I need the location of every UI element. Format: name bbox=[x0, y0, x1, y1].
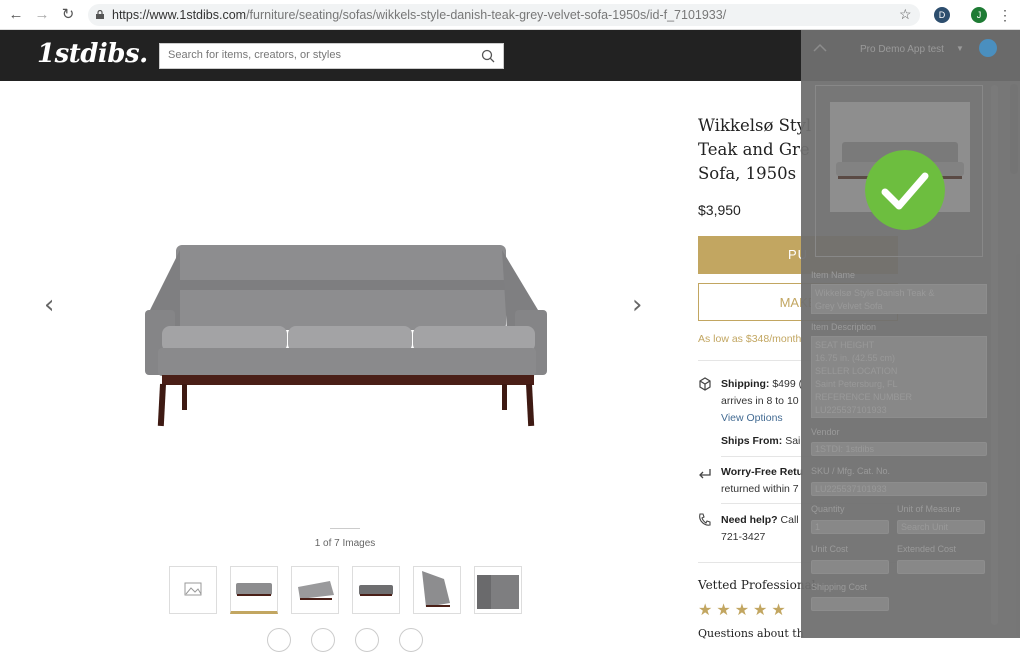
back-icon[interactable]: ← bbox=[6, 5, 26, 25]
returns-value: returned within 7 bbox=[721, 483, 799, 495]
item-description-label: Item Description bbox=[811, 322, 877, 332]
thumbnail-3[interactable] bbox=[352, 566, 400, 614]
shipping-value: $499 ( bbox=[772, 378, 803, 390]
extension-icon[interactable]: D bbox=[934, 7, 950, 23]
site-search bbox=[159, 43, 504, 69]
extended-cost-field[interactable] bbox=[897, 560, 985, 574]
procurement-extension-panel: Pro Demo App test ▼ Item Name Wikkelsø S… bbox=[801, 30, 1020, 638]
thumbnail-photo-placeholder[interactable] bbox=[169, 566, 217, 614]
shipping-arrival: arrives in 8 to 10 bbox=[721, 395, 799, 407]
vendor-field[interactable]: 1STDI: 1stdibs bbox=[811, 442, 987, 456]
vendor-label: Vendor bbox=[811, 427, 840, 437]
product-main-image[interactable] bbox=[140, 240, 552, 430]
return-arrow-icon bbox=[699, 469, 711, 479]
thumbnail-2[interactable] bbox=[291, 566, 339, 614]
returns-label: Worry-Free Retu bbox=[721, 466, 804, 478]
dropdown-caret-icon[interactable]: ▼ bbox=[956, 44, 964, 53]
phone-icon bbox=[699, 513, 711, 526]
view-options-link[interactable]: View Options bbox=[721, 412, 783, 424]
chevron-up-icon[interactable] bbox=[813, 42, 827, 52]
panel-scrollbar[interactable] bbox=[991, 85, 998, 625]
quantity-field[interactable]: 1 bbox=[811, 520, 889, 534]
print-icon[interactable] bbox=[399, 628, 423, 652]
favorite-icon[interactable] bbox=[311, 628, 335, 652]
site-logo[interactable]: 1stdibs. bbox=[37, 39, 148, 69]
shipping-label: Shipping: bbox=[721, 378, 770, 390]
profile-avatar[interactable]: J bbox=[971, 7, 987, 23]
item-name-field[interactable]: Wikkelsø Style Danish Teak & Grey Velvet… bbox=[811, 284, 987, 314]
counter-divider bbox=[330, 528, 360, 529]
vetted-seller-heading: Vetted Professional bbox=[698, 578, 816, 592]
unit-of-measure-field[interactable]: Search Unit bbox=[897, 520, 985, 534]
prev-image-arrow[interactable]: ‹ bbox=[44, 290, 54, 320]
shipping-cost-label: Shipping Cost bbox=[811, 582, 868, 592]
url-host: https://www.1stdibs.com bbox=[112, 8, 247, 22]
reload-icon[interactable]: ↻ bbox=[58, 5, 78, 25]
shipping-box-icon bbox=[699, 377, 711, 391]
app-selector-label[interactable]: Pro Demo App test bbox=[860, 44, 944, 55]
shipping-cost-field[interactable] bbox=[811, 597, 889, 611]
forward-icon[interactable]: → bbox=[32, 5, 52, 25]
help-label: Need help? bbox=[721, 514, 778, 526]
address-bar[interactable]: https://www.1stdibs.com/furniture/seatin… bbox=[88, 4, 920, 26]
view-room-icon[interactable] bbox=[355, 628, 379, 652]
success-check-icon bbox=[865, 150, 945, 230]
thumbnail-1[interactable] bbox=[230, 566, 278, 614]
browser-toolbar: ← → ↻ https://www.1stdibs.com/furniture/… bbox=[0, 0, 1020, 30]
help-value[interactable]: Call bbox=[781, 514, 799, 526]
url-path: /furniture/seating/sofas/wikkels-style-d… bbox=[246, 8, 727, 22]
menu-kebab-icon[interactable]: ⋮ bbox=[995, 5, 1015, 25]
thumbnail-4[interactable] bbox=[413, 566, 461, 614]
sku-label: SKU / Mfg. Cat. No. bbox=[811, 466, 891, 476]
item-name-label: Item Name bbox=[811, 270, 856, 280]
rating-stars: ★★★★★ bbox=[698, 602, 790, 619]
bookmark-star-icon[interactable]: ☆ bbox=[899, 6, 912, 23]
questions-heading: Questions about th bbox=[698, 627, 804, 640]
search-input[interactable] bbox=[168, 49, 478, 61]
item-description-field[interactable]: SEAT HEIGHT 16.75 in. (42.55 cm) SELLER … bbox=[811, 336, 987, 418]
ships-from-value: Sai bbox=[785, 435, 801, 447]
lock-icon bbox=[96, 10, 104, 19]
extended-cost-label: Extended Cost bbox=[897, 544, 957, 554]
help-phone[interactable]: 721-3427 bbox=[721, 531, 765, 543]
thumbnail-5[interactable] bbox=[474, 566, 522, 614]
quantity-label: Quantity bbox=[811, 504, 845, 514]
image-placeholder-icon bbox=[184, 582, 202, 596]
unit-cost-field[interactable] bbox=[811, 560, 889, 574]
image-counter: 1 of 7 Images bbox=[314, 538, 376, 549]
next-image-arrow[interactable]: › bbox=[632, 290, 642, 320]
panel-header: Pro Demo App test ▼ bbox=[801, 30, 1020, 70]
financing-link[interactable]: As low as $348/month bbox=[698, 333, 801, 345]
share-icon[interactable] bbox=[267, 628, 291, 652]
product-price: $3,950 bbox=[698, 202, 741, 218]
confirm-check-icon[interactable] bbox=[979, 39, 997, 57]
unit-of-measure-label: Unit of Measure bbox=[897, 504, 961, 514]
ships-from-label: Ships From: bbox=[721, 435, 783, 447]
search-icon[interactable] bbox=[481, 49, 495, 63]
sku-field[interactable]: LU225537101933 bbox=[811, 482, 987, 496]
unit-cost-label: Unit Cost bbox=[811, 544, 849, 554]
